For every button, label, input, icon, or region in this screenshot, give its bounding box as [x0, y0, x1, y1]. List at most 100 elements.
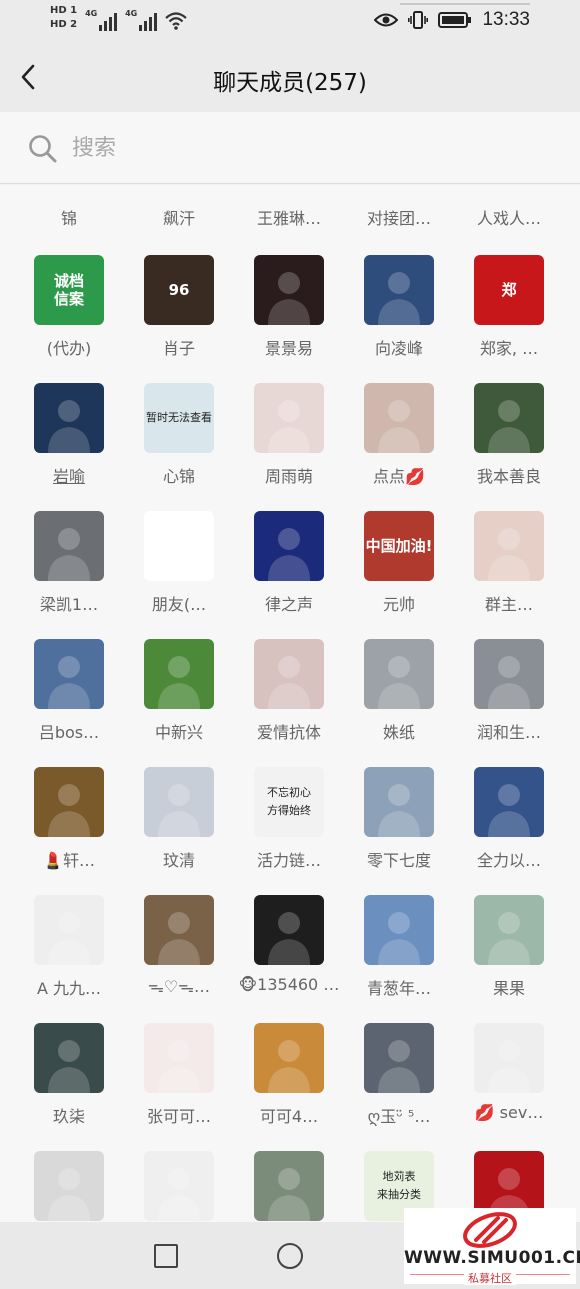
member-item[interactable]: 景景易 — [234, 255, 344, 359]
search-input[interactable] — [72, 132, 472, 164]
member-avatar[interactable] — [364, 767, 434, 837]
member-item[interactable]: 玖柒 — [14, 1023, 124, 1127]
member-avatar[interactable] — [364, 639, 434, 709]
member-item[interactable]: 可可4… — [234, 1023, 344, 1127]
member-avatar[interactable] — [144, 895, 214, 965]
member-avatar[interactable] — [34, 639, 104, 709]
member-avatar[interactable]: 中国加油! — [364, 511, 434, 581]
member-name: 张可可… — [146, 1107, 211, 1126]
member-avatar[interactable] — [34, 1023, 104, 1093]
member-name-top[interactable]: 王雅琳… — [234, 205, 344, 229]
member-item[interactable]: 点点💋 — [344, 383, 454, 487]
member-item[interactable]: 暂时无法查看 心锦 — [124, 383, 234, 487]
avatar-text: 中国加油! — [365, 537, 433, 555]
member-avatar[interactable] — [254, 255, 324, 325]
member-avatar[interactable]: 96 — [144, 255, 214, 325]
search-bar[interactable] — [0, 112, 580, 184]
member-item[interactable]: A 九九… — [14, 895, 124, 999]
vibrate-icon — [408, 11, 429, 29]
member-avatar[interactable] — [364, 255, 434, 325]
member-item[interactable]: 张可可… — [124, 1023, 234, 1127]
recent-apps-button[interactable] — [154, 1244, 178, 1268]
member-item[interactable] — [124, 1151, 234, 1222]
member-item[interactable]: 爱情抗体 — [234, 639, 344, 743]
member-item[interactable]: ᯓ♡ᯓ… — [124, 895, 234, 997]
member-item[interactable]: 🐵135460 … — [234, 895, 344, 994]
member-avatar[interactable]: 诚档 信案 — [34, 255, 104, 325]
home-button[interactable] — [277, 1243, 303, 1269]
member-avatar[interactable]: 不忘初心 方得始终 — [254, 767, 324, 837]
member-item[interactable]: 润和生… — [454, 639, 564, 743]
member-item[interactable]: 姝纸 — [344, 639, 454, 743]
member-item[interactable] — [14, 1151, 124, 1222]
member-item[interactable]: ღ玉ᵕ̈ ⁵… — [344, 1023, 454, 1127]
member-avatar[interactable] — [254, 511, 324, 581]
member-avatar[interactable]: 暂时无法查看 — [144, 383, 214, 453]
member-avatar[interactable] — [474, 383, 544, 453]
member-item[interactable]: 我本善良 — [454, 383, 564, 487]
member-avatar[interactable]: 郑 — [474, 255, 544, 325]
member-item[interactable]: 朋友(… — [124, 511, 234, 615]
member-item[interactable]: 96 肖子 — [124, 255, 234, 359]
member-item[interactable]: 中国加油! 元帅 — [344, 511, 454, 615]
clock: 13:33 — [482, 9, 530, 30]
member-item[interactable]: 梁凯1… — [14, 511, 124, 615]
member-item[interactable]: 律之声 — [234, 511, 344, 615]
member-item[interactable]: 不忘初心 方得始终活力链… — [234, 767, 344, 871]
member-name-top[interactable]: 锦 — [14, 205, 124, 229]
member-avatar[interactable] — [144, 1151, 214, 1221]
member-item[interactable]: 果果 — [454, 895, 564, 999]
member-avatar[interactable] — [144, 511, 214, 581]
member-avatar[interactable] — [364, 1023, 434, 1093]
member-name: 姝纸 — [382, 723, 415, 742]
member-avatar[interactable] — [254, 895, 324, 965]
member-avatar[interactable] — [254, 1151, 324, 1221]
person-silhouette-icon — [158, 1040, 200, 1093]
member-avatar[interactable] — [254, 1023, 324, 1093]
member-item[interactable]: 零下七度 — [344, 767, 454, 871]
person-silhouette-icon — [48, 656, 90, 709]
member-avatar[interactable] — [254, 383, 324, 453]
member-item[interactable]: 诚档 信案 (代办) — [14, 255, 124, 359]
member-avatar[interactable] — [34, 895, 104, 965]
member-item[interactable]: 郑郑家, … — [454, 255, 564, 359]
member-item[interactable]: 玟清 — [124, 767, 234, 871]
search-icon — [29, 135, 57, 163]
avatar-text: 不忘初心 方得始终 — [267, 786, 311, 817]
member-item[interactable] — [234, 1151, 344, 1222]
battery-icon — [438, 12, 472, 28]
member-avatar[interactable] — [254, 639, 324, 709]
member-item[interactable]: 吕bos… — [14, 639, 124, 743]
member-item[interactable]: 💋 sev… — [454, 1023, 564, 1122]
member-avatar[interactable] — [34, 1151, 104, 1221]
member-avatar[interactable] — [34, 767, 104, 837]
member-avatar[interactable] — [144, 1023, 214, 1093]
member-avatar[interactable] — [474, 1023, 544, 1093]
member-name-top[interactable]: 对接团… — [344, 205, 454, 229]
member-avatar[interactable] — [474, 895, 544, 965]
member-item[interactable]: 向凌峰 — [344, 255, 454, 359]
member-item[interactable]: 周雨萌 — [234, 383, 344, 487]
member-avatar[interactable] — [144, 639, 214, 709]
member-avatar[interactable] — [364, 383, 434, 453]
person-silhouette-icon — [488, 656, 530, 709]
member-name-top[interactable]: 人戏人… — [454, 205, 564, 229]
member-name-top[interactable]: 飙汗 — [124, 205, 234, 229]
member-name: 活力链… — [256, 851, 321, 870]
member-avatar[interactable] — [364, 895, 434, 965]
member-item[interactable]: 全力以… — [454, 767, 564, 871]
member-avatar[interactable] — [34, 383, 104, 453]
title-bar: 聊天成员(257) — [0, 44, 580, 112]
person-silhouette-icon — [378, 400, 420, 453]
wifi-icon — [165, 12, 187, 30]
member-item[interactable]: 岩喻 — [14, 383, 124, 487]
member-avatar[interactable] — [474, 767, 544, 837]
member-avatar[interactable] — [144, 767, 214, 837]
member-avatar[interactable] — [474, 639, 544, 709]
member-avatar[interactable] — [474, 511, 544, 581]
member-item[interactable]: 💄轩… — [14, 767, 124, 871]
member-item[interactable]: 中新兴 — [124, 639, 234, 743]
member-avatar[interactable] — [34, 511, 104, 581]
member-item[interactable]: 群主… — [454, 511, 564, 615]
member-item[interactable]: 青葱年… — [344, 895, 454, 999]
